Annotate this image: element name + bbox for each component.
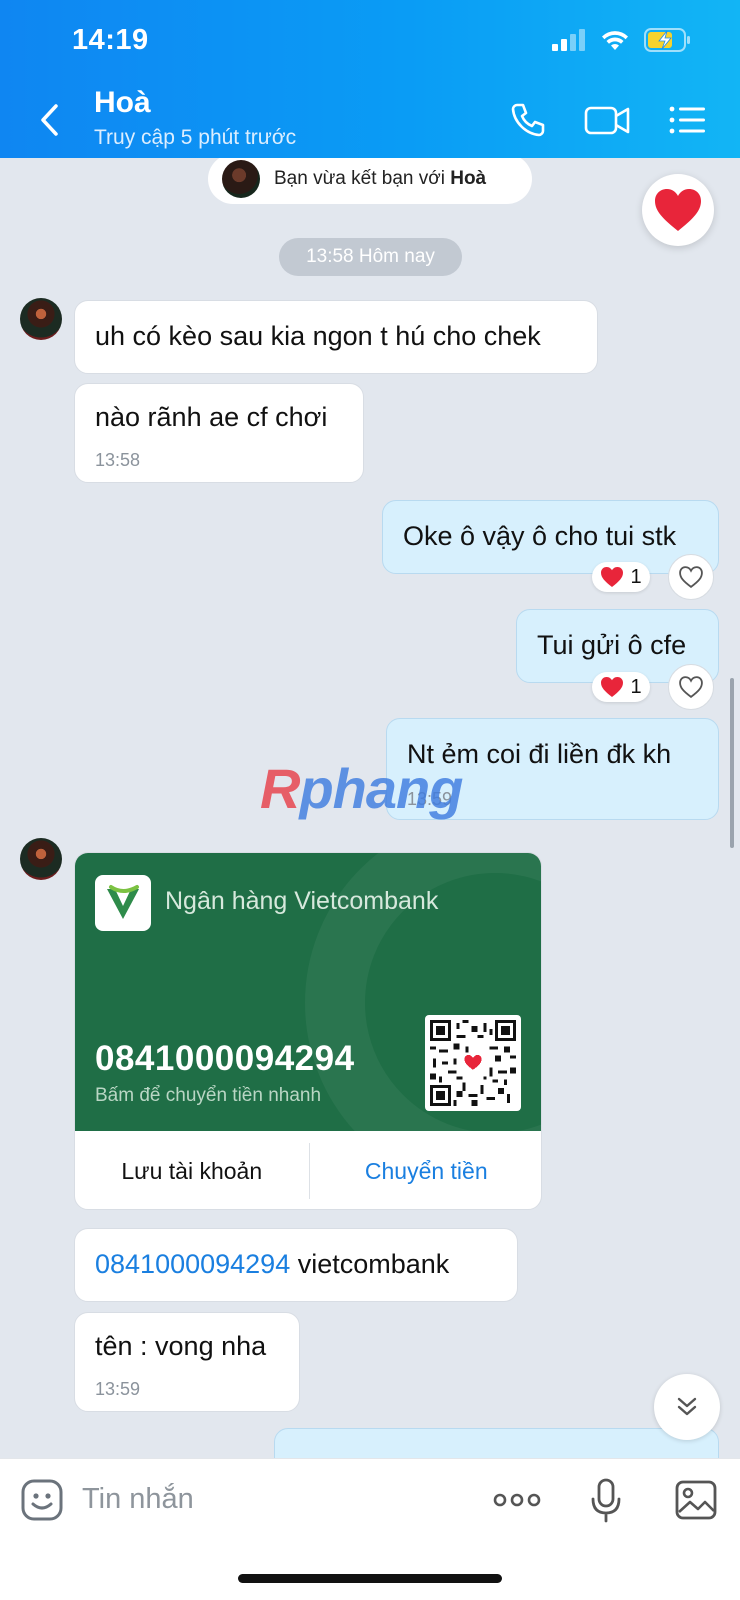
more-options-icon[interactable] xyxy=(492,1477,542,1523)
message-text: Oke ô vậy ô cho tui stk xyxy=(403,521,677,551)
heart-reaction-button[interactable] xyxy=(642,174,714,246)
friend-notice-text: Bạn vừa kết bạn với Hoà xyxy=(274,168,487,189)
microphone-icon[interactable] xyxy=(588,1477,624,1523)
message-bubble-incoming[interactable]: 0841000094294 vietcombank xyxy=(74,1228,518,1302)
message-text: tên : vong nha xyxy=(95,1331,267,1361)
chat-area[interactable]: Bạn vừa kết bạn với Hoà 13:58 Hôm nay uh… xyxy=(0,158,740,1458)
bank-card-header[interactable]: Ngân hàng Vietcombank 0841000094294 Bấm … xyxy=(75,853,541,1131)
like-button[interactable] xyxy=(668,664,714,710)
wifi-icon xyxy=(602,31,628,50)
cellular-signal-icon xyxy=(552,29,585,51)
heart-icon xyxy=(601,566,624,588)
bank-name: Ngân hàng Vietcombank xyxy=(165,887,439,915)
message-text: 0841000094294 vietcombank xyxy=(95,1249,450,1279)
message-text: nào rãnh ae cf chơi xyxy=(95,402,328,432)
chevron-double-down-icon xyxy=(677,1397,697,1416)
transfer-money-button[interactable]: Chuyển tiền xyxy=(310,1158,542,1185)
battery-charging-icon xyxy=(644,28,690,52)
time-separator: 13:58 Hôm nay xyxy=(279,238,462,276)
watermark-logo: Rphang xyxy=(260,757,463,820)
reaction-count: 1 xyxy=(630,565,642,588)
like-button[interactable] xyxy=(668,554,714,600)
status-icons xyxy=(552,28,692,52)
reaction-badge[interactable]: 1 xyxy=(592,562,650,592)
reaction-count: 1 xyxy=(630,675,642,698)
video-call-icon[interactable] xyxy=(584,100,632,140)
heart-icon xyxy=(655,189,701,231)
back-icon[interactable] xyxy=(34,100,68,140)
message-bubble-outgoing-partial[interactable] xyxy=(274,1428,719,1458)
phone-call-icon[interactable] xyxy=(508,100,548,140)
chat-header: 14:19 Hoà Truy cập 5 phút trước xyxy=(0,0,740,158)
message-time: 13:58 xyxy=(95,450,141,470)
heart-icon xyxy=(601,676,624,698)
message-text: Tui gửi ô cfe xyxy=(537,630,687,660)
save-account-button[interactable]: Lưu tài khoản xyxy=(75,1158,309,1185)
avatar xyxy=(222,160,260,198)
scroll-to-bottom-button[interactable] xyxy=(654,1374,720,1440)
message-time: 13:59 xyxy=(95,1379,141,1399)
message-bubble-incoming[interactable]: uh có kèo sau kia ngon t hú cho chek xyxy=(74,300,598,374)
reaction-badge[interactable]: 1 xyxy=(592,672,650,702)
home-indicator[interactable] xyxy=(238,1574,502,1583)
menu-list-icon[interactable] xyxy=(668,100,706,140)
avatar[interactable] xyxy=(20,838,62,880)
scrollbar[interactable] xyxy=(730,678,734,848)
avatar[interactable] xyxy=(20,298,62,340)
bank-quick-transfer-hint: Bấm để chuyển tiền nhanh xyxy=(95,1085,322,1106)
sticker-emoji-icon[interactable] xyxy=(20,1477,64,1523)
bank-account-card[interactable]: Ngân hàng Vietcombank 0841000094294 Bấm … xyxy=(74,852,542,1210)
contact-last-seen: Truy cập 5 phút trước xyxy=(94,126,297,149)
contact-name[interactable]: Hoà xyxy=(94,86,151,120)
qr-code[interactable] xyxy=(425,1015,521,1111)
status-time: 14:19 xyxy=(72,24,149,56)
message-text: uh có kèo sau kia ngon t hú cho chek xyxy=(95,321,541,351)
message-bubble-outgoing[interactable]: Oke ô vậy ô cho tui stk xyxy=(382,500,719,574)
image-gallery-icon[interactable] xyxy=(674,1477,718,1523)
bank-account-number: 0841000094294 xyxy=(95,1039,355,1078)
message-input[interactable] xyxy=(82,1479,382,1519)
friend-added-notice: Bạn vừa kết bạn với Hoà xyxy=(208,158,532,204)
message-bubble-incoming[interactable]: tên : vong nha 13:59 xyxy=(74,1312,300,1412)
account-number-link[interactable]: 0841000094294 xyxy=(95,1249,290,1279)
heart-outline-icon xyxy=(679,566,703,589)
message-bubble-incoming[interactable]: nào rãnh ae cf chơi 13:58 xyxy=(74,383,364,483)
vietcombank-logo-icon xyxy=(95,875,151,931)
heart-outline-icon xyxy=(679,676,703,699)
bank-card-actions: Lưu tài khoản Chuyển tiền xyxy=(75,1131,542,1209)
